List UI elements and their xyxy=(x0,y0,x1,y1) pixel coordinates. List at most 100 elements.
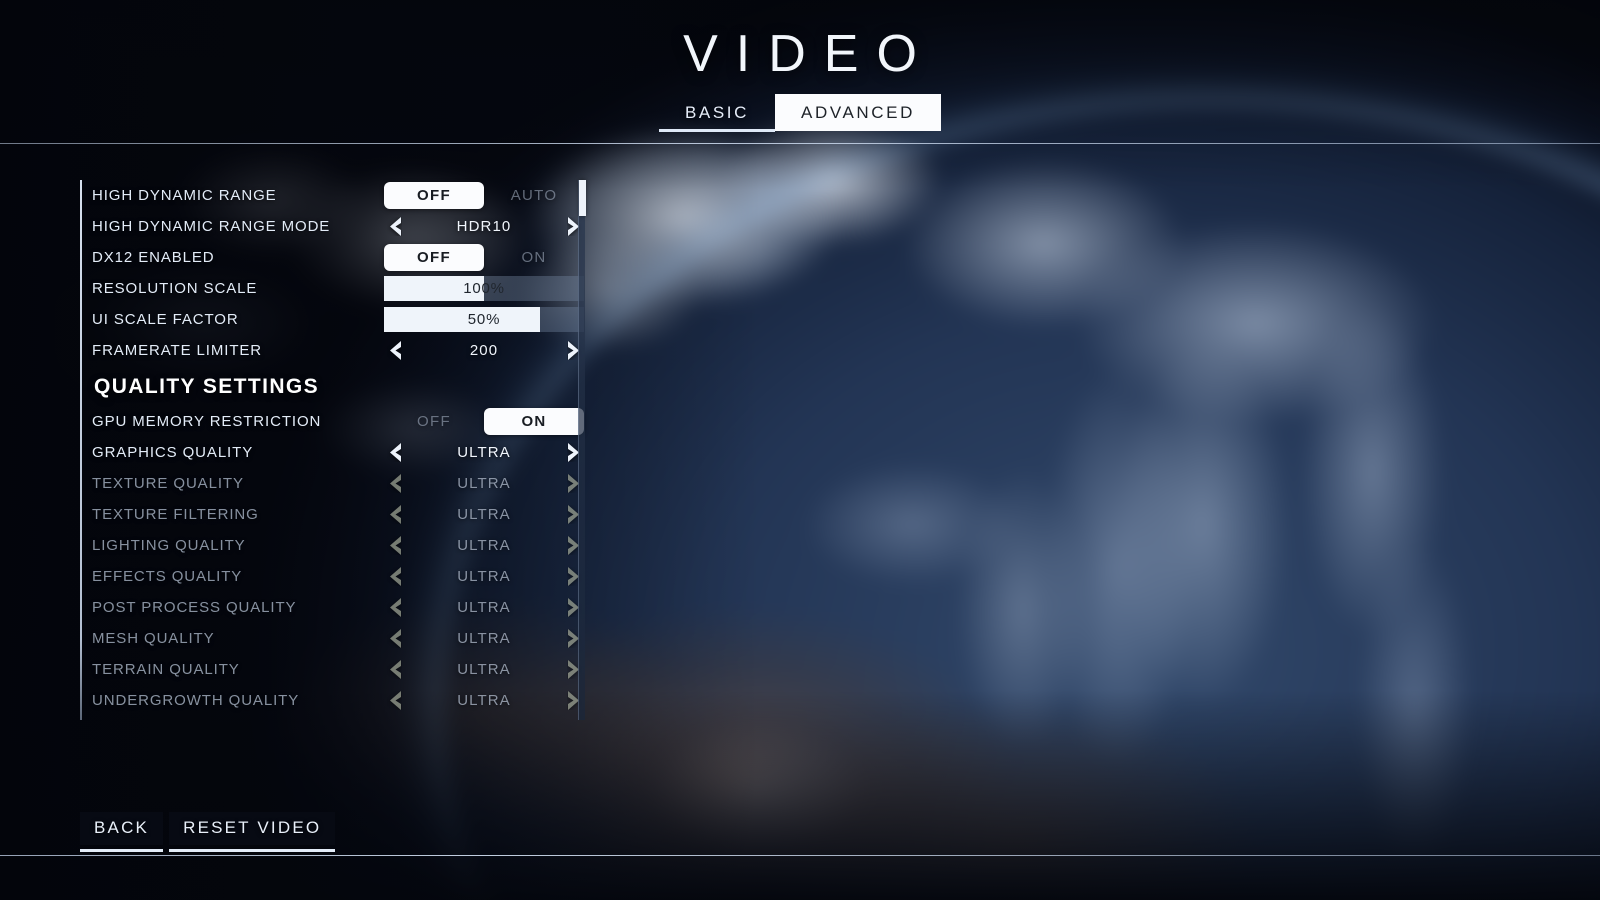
video-settings-screen: VIDEO BASIC ADVANCED HIGH DYNAMIC RANGE O… xyxy=(0,0,1600,900)
setting-label: HIGH DYNAMIC RANGE xyxy=(92,187,277,204)
tab-advanced[interactable]: ADVANCED xyxy=(775,94,942,131)
setting-control: ULTRA xyxy=(384,439,584,466)
footer: BACK RESET VIDEO xyxy=(0,806,1600,866)
setting-control: ULTRA xyxy=(384,563,584,590)
setting-row-lighting-quality: LIGHTING QUALITY ULTRA xyxy=(90,530,590,561)
chevron-left-icon xyxy=(384,628,404,650)
setting-value: ULTRA xyxy=(457,475,511,492)
setting-row-graphics-quality: GRAPHICS QUALITY ULTRA xyxy=(90,437,590,468)
setting-label: UNDERGROWTH QUALITY xyxy=(92,692,300,709)
setting-row-texture-filtering: TEXTURE FILTERING ULTRA xyxy=(90,499,590,530)
chevron-left-icon[interactable] xyxy=(384,340,404,362)
chevron-left-icon[interactable] xyxy=(384,216,404,238)
back-button-label: BACK xyxy=(94,818,150,837)
setting-label: DX12 ENABLED xyxy=(92,249,215,266)
setting-row-gpu-memory-restriction: GPU MEMORY RESTRICTION OFF ON xyxy=(90,406,590,437)
setting-control: OFF ON xyxy=(384,244,584,271)
setting-control: ULTRA xyxy=(384,532,584,559)
settings-scrollbar-thumb[interactable] xyxy=(579,180,586,217)
header-divider xyxy=(0,143,1600,144)
setting-control: ULTRA xyxy=(384,625,584,652)
slider-track[interactable]: 100% xyxy=(384,276,584,301)
chevron-left-icon xyxy=(384,659,404,681)
toggle-option-off[interactable]: OFF xyxy=(384,408,484,435)
toggle-group: OFF ON xyxy=(384,408,584,435)
toggle-option-on[interactable]: ON xyxy=(484,408,584,435)
setting-value: ULTRA xyxy=(457,599,511,616)
header: VIDEO BASIC ADVANCED xyxy=(0,0,1600,132)
setting-label: UI SCALE FACTOR xyxy=(92,311,239,328)
chevron-left-icon xyxy=(384,566,404,588)
setting-value: ULTRA xyxy=(457,444,511,461)
setting-row-dx12-enabled: DX12 ENABLED OFF ON xyxy=(90,242,590,273)
reset-video-button[interactable]: RESET VIDEO xyxy=(169,812,336,852)
toggle-option-off[interactable]: OFF xyxy=(384,244,484,271)
setting-value: ULTRA xyxy=(457,568,511,585)
setting-value: HDR10 xyxy=(456,218,512,235)
tab-advanced-label: ADVANCED xyxy=(801,103,916,122)
toggle-option-auto[interactable]: AUTO xyxy=(484,182,584,209)
setting-label: GPU MEMORY RESTRICTION xyxy=(92,413,322,430)
setting-control: OFF ON xyxy=(384,408,584,435)
setting-label: RESOLUTION SCALE xyxy=(92,280,258,297)
setting-row-ui-scale-factor: UI SCALE FACTOR 50% xyxy=(90,304,590,335)
setting-row-texture-quality: TEXTURE QUALITY ULTRA xyxy=(90,468,590,499)
settings-scrollbar-track[interactable] xyxy=(578,180,586,720)
setting-control: OFF AUTO xyxy=(384,182,584,209)
slider-value: 100% xyxy=(463,280,505,297)
settings-list: HIGH DYNAMIC RANGE OFF AUTO HIGH DYNAMIC RA… xyxy=(90,180,590,720)
toggle-group: OFF ON xyxy=(384,244,584,271)
chevron-left-icon[interactable] xyxy=(384,442,404,464)
slider-track[interactable]: 50% xyxy=(384,307,584,332)
chevron-left-icon xyxy=(384,535,404,557)
setting-label: TEXTURE FILTERING xyxy=(92,506,259,523)
setting-label: POST PROCESS QUALITY xyxy=(92,599,297,616)
setting-label: TEXTURE QUALITY xyxy=(92,475,244,492)
setting-row-terrain-quality: TERRAIN QUALITY ULTRA xyxy=(90,654,590,685)
setting-row-undergrowth-quality: UNDERGROWTH QUALITY ULTRA xyxy=(90,685,590,716)
setting-row-framerate-limiter: FRAMERATE LIMITER 200 xyxy=(90,335,590,366)
setting-control: 50% xyxy=(384,306,584,333)
setting-row-mesh-quality: MESH QUALITY ULTRA xyxy=(90,623,590,654)
setting-control: ULTRA xyxy=(384,501,584,528)
setting-value: ULTRA xyxy=(457,692,511,709)
setting-value: ULTRA xyxy=(457,661,511,678)
panel-left-accent-line xyxy=(80,180,82,720)
toggle-option-off[interactable]: OFF xyxy=(384,182,484,209)
setting-label: HIGH DYNAMIC RANGE MODE xyxy=(92,218,331,235)
setting-value: ULTRA xyxy=(457,630,511,647)
setting-control: 100% xyxy=(384,275,584,302)
footer-divider xyxy=(0,855,1600,856)
settings-panel: HIGH DYNAMIC RANGE OFF AUTO HIGH DYNAMIC RA… xyxy=(80,180,590,720)
setting-value: ULTRA xyxy=(457,537,511,554)
setting-label: TERRAIN QUALITY xyxy=(92,661,240,678)
tab-basic[interactable]: BASIC xyxy=(658,94,776,132)
setting-label: FRAMERATE LIMITER xyxy=(92,342,263,359)
toggle-option-on[interactable]: ON xyxy=(484,244,584,271)
setting-control: ULTRA xyxy=(384,656,584,683)
chevron-left-icon xyxy=(384,473,404,495)
setting-value: ULTRA xyxy=(457,506,511,523)
setting-row-post-process-quality: POST PROCESS QUALITY ULTRA xyxy=(90,592,590,623)
setting-label: LIGHTING QUALITY xyxy=(92,537,246,554)
tab-bar: BASIC ADVANCED xyxy=(0,94,1600,132)
reset-video-button-label: RESET VIDEO xyxy=(183,818,322,837)
setting-control: 200 xyxy=(384,337,584,364)
section-title: QUALITY SETTINGS xyxy=(94,375,320,398)
back-button[interactable]: BACK xyxy=(80,812,164,852)
chevron-left-icon xyxy=(384,690,404,712)
setting-control: ULTRA xyxy=(384,594,584,621)
slider-value: 50% xyxy=(467,311,501,328)
setting-row-effects-quality: EFFECTS QUALITY ULTRA xyxy=(90,561,590,592)
setting-row-high-dynamic-range: HIGH DYNAMIC RANGE OFF AUTO xyxy=(90,180,590,211)
tab-basic-label: BASIC xyxy=(684,103,749,122)
setting-label: MESH QUALITY xyxy=(92,630,215,647)
setting-value: 200 xyxy=(469,342,499,359)
setting-row-resolution-scale: RESOLUTION SCALE 100% xyxy=(90,273,590,304)
toggle-group: OFF AUTO xyxy=(384,182,584,209)
setting-control: ULTRA xyxy=(384,687,584,714)
footer-button-group: BACK RESET VIDEO xyxy=(80,812,336,852)
setting-row-high-dynamic-range-mode: HIGH DYNAMIC RANGE MODE HDR10 xyxy=(90,211,590,242)
setting-control: ULTRA xyxy=(384,470,584,497)
chevron-left-icon xyxy=(384,504,404,526)
